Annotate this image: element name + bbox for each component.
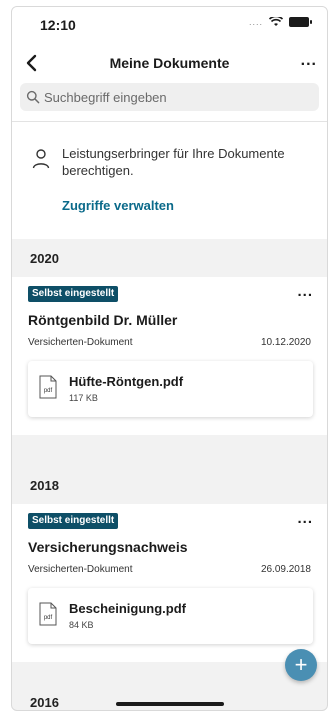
- file-size: 84 KB: [69, 620, 94, 630]
- more-options-button[interactable]: ...: [301, 52, 317, 70]
- document-title: Röntgenbild Dr. Müller: [28, 312, 178, 328]
- file-size: 117 KB: [69, 393, 98, 403]
- year-label: 2018: [30, 478, 59, 493]
- file-name: Hüfte-Röntgen.pdf: [69, 374, 184, 389]
- wifi-icon: [269, 17, 283, 26]
- year-header: 2020: [12, 239, 327, 277]
- document-more-button[interactable]: ...: [297, 283, 313, 300]
- document-type: Versicherten-Dokument: [28, 564, 133, 575]
- search-icon: [26, 90, 40, 104]
- pdf-label: pdf: [44, 615, 53, 621]
- document-date: 26.09.2018: [260, 564, 311, 575]
- home-indicator[interactable]: [116, 702, 224, 706]
- page-title: Meine Dokumente: [109, 55, 230, 71]
- chevron-left-icon: [26, 54, 37, 72]
- back-button[interactable]: [22, 53, 42, 73]
- document-title: Versicherungsnachweis: [28, 539, 188, 555]
- document-date: 10.12.2020: [260, 337, 311, 348]
- status-icons: ....: [248, 17, 312, 27]
- pdf-file-icon: pdf: [39, 602, 57, 626]
- pdf-label: pdf: [44, 388, 53, 394]
- file-attachment[interactable]: pdf Bescheinigung.pdf 84 KB: [28, 588, 313, 644]
- navigation-bar: Meine Dokumente ...: [12, 41, 327, 83]
- document-type: Versicherten-Dokument: [28, 337, 133, 348]
- manage-access-link[interactable]: Zugriffe verwalten: [62, 198, 174, 213]
- status-bar: 12:10 ....: [12, 7, 327, 41]
- pdf-file-icon: pdf: [39, 375, 57, 399]
- year-header: 2016: [12, 683, 327, 710]
- status-badge: Selbst eingestellt: [28, 513, 119, 529]
- document-card[interactable]: Selbst eingestellt ... Röntgenbild Dr. M…: [12, 277, 327, 435]
- document-more-button[interactable]: ...: [297, 510, 313, 527]
- file-attachment[interactable]: pdf Hüfte-Röntgen.pdf 117 KB: [28, 361, 313, 417]
- year-label: 2016: [30, 695, 59, 710]
- plus-icon: +: [294, 652, 308, 677]
- year-header: 2018: [12, 466, 327, 504]
- status-time: 12:10: [40, 17, 76, 33]
- file-name: Bescheinigung.pdf: [69, 601, 186, 616]
- app-screen: 12:10 .... Meine Dokumente ... Suchbegri…: [11, 6, 328, 711]
- access-info-card: Leistungserbringer für Ihre Dokumente be…: [12, 121, 327, 239]
- status-badge: Selbst eingestellt: [28, 286, 119, 302]
- search-box[interactable]: [20, 83, 319, 111]
- search-bar: [12, 83, 327, 121]
- add-document-button[interactable]: +: [285, 649, 317, 681]
- battery-icon: [289, 17, 312, 27]
- access-info-text: Leistungserbringer für Ihre Dokumente be…: [62, 146, 285, 178]
- document-card[interactable]: Selbst eingestellt ... Versicherungsnach…: [12, 504, 327, 662]
- signal-icon: ....: [248, 17, 263, 27]
- search-input[interactable]: [44, 89, 284, 105]
- person-icon: [32, 149, 50, 169]
- year-label: 2020: [30, 251, 59, 266]
